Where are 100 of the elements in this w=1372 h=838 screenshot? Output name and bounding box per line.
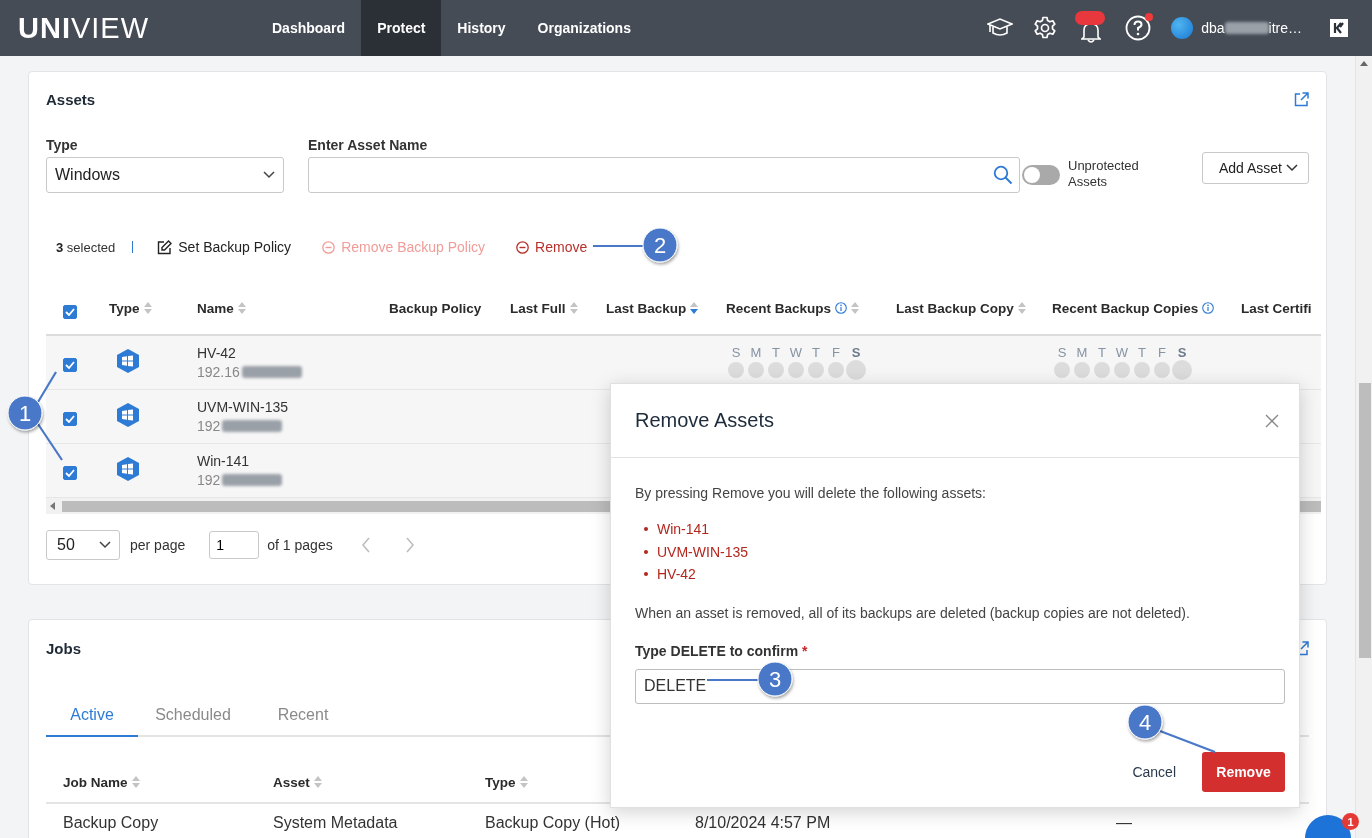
weekday-label: T bbox=[1098, 345, 1106, 360]
weekday-label: T bbox=[772, 345, 780, 360]
status-dot bbox=[1134, 362, 1150, 378]
add-asset-button[interactable]: Add Asset bbox=[1201, 152, 1309, 184]
dialog-text: By pressing Remove you will delete the following assets: bbox=[635, 484, 987, 502]
cancel-button[interactable]: Cancel bbox=[1132, 763, 1176, 780]
info-icon[interactable] bbox=[1202, 302, 1215, 314]
column-header[interactable]: Type bbox=[485, 774, 516, 790]
column-header[interactable]: Type bbox=[109, 300, 140, 316]
status-dot bbox=[1094, 362, 1110, 378]
nav-tab[interactable]: Organizations bbox=[521, 0, 647, 56]
app-logo-icon[interactable] bbox=[1330, 19, 1348, 37]
column-header[interactable]: Last Full bbox=[510, 300, 566, 316]
user-name[interactable]: dba bbox=[1201, 20, 1225, 36]
card-title: Assets bbox=[46, 90, 96, 108]
column-header[interactable]: Asset bbox=[273, 774, 310, 790]
minus-circle-icon bbox=[516, 240, 530, 254]
sort-icon[interactable] bbox=[690, 302, 699, 314]
chevron-down-icon bbox=[99, 540, 111, 549]
graduation-cap-icon[interactable] bbox=[987, 17, 1014, 39]
ip-address: 192 bbox=[197, 470, 221, 490]
status-dot bbox=[1154, 362, 1170, 378]
column-header[interactable]: Job Name bbox=[63, 774, 128, 790]
settings-icon[interactable] bbox=[1033, 16, 1058, 40]
info-icon[interactable] bbox=[835, 302, 848, 314]
redacted-text bbox=[222, 420, 283, 432]
toolbar-action[interactable]: Remove bbox=[516, 239, 588, 255]
weekday-label: S bbox=[731, 345, 741, 360]
weekday-label: W bbox=[789, 345, 803, 360]
checkbox[interactable] bbox=[63, 305, 77, 319]
table-cell-text: System Metadata bbox=[272, 814, 399, 832]
nav-tab[interactable]: History bbox=[441, 0, 522, 56]
status-dot bbox=[846, 360, 866, 380]
column-header[interactable]: Recent Backup Copies bbox=[1052, 300, 1199, 316]
status-dot bbox=[788, 362, 804, 378]
user-name[interactable]: itre… bbox=[1268, 20, 1302, 36]
ip-address: 192.16 bbox=[197, 362, 240, 382]
column-header[interactable]: Backup Policy bbox=[389, 300, 482, 316]
bullet bbox=[644, 527, 648, 532]
status-dot bbox=[768, 362, 784, 378]
column-header[interactable]: Last Backup Copy bbox=[896, 300, 1014, 316]
column-header[interactable]: Recent Backups bbox=[726, 300, 832, 316]
scroll-left-icon[interactable] bbox=[50, 502, 56, 510]
close-button[interactable] bbox=[1265, 413, 1279, 428]
dialog-text: When an asset is removed, all of its backups are deleted (backup copies are not deleted). bbox=[635, 603, 1191, 622]
column-header[interactable]: Last Certifi bbox=[1241, 300, 1312, 316]
checkbox[interactable] bbox=[63, 411, 77, 426]
page-count: of 1 pages bbox=[267, 536, 333, 553]
field-label: Type bbox=[46, 136, 79, 155]
column-header[interactable]: Name bbox=[197, 300, 234, 316]
asset-name[interactable]: HV-42 bbox=[197, 343, 381, 363]
search-icon[interactable] bbox=[993, 165, 1013, 185]
tab[interactable]: Active bbox=[46, 700, 138, 737]
weekday-label: M bbox=[750, 345, 762, 360]
avatar[interactable] bbox=[1171, 17, 1194, 39]
asset-name[interactable]: Win-141 bbox=[197, 451, 381, 471]
card-title: Jobs bbox=[46, 639, 81, 657]
dialog-title: Remove Assets bbox=[635, 409, 774, 432]
asset-list-item: HV-42 bbox=[657, 565, 696, 584]
checkbox[interactable] bbox=[63, 465, 77, 480]
logo[interactable]: UNIVIEW bbox=[0, 0, 238, 56]
checkbox[interactable] bbox=[63, 357, 77, 372]
ip-address: 192 bbox=[197, 416, 221, 436]
selection-count: 3 selected bbox=[56, 239, 116, 255]
asset-name[interactable]: UVM-WIN-135 bbox=[197, 397, 381, 417]
toolbar-action[interactable]: Set Backup Policy bbox=[157, 239, 292, 255]
tab[interactable]: Scheduled bbox=[138, 700, 248, 737]
page-input[interactable]: 1 bbox=[209, 530, 260, 559]
external-link-icon[interactable] bbox=[1294, 91, 1309, 107]
chevron-down-icon bbox=[1286, 164, 1298, 172]
windows-icon bbox=[115, 456, 141, 482]
status-dot bbox=[808, 362, 824, 378]
search-field[interactable] bbox=[308, 157, 1020, 193]
weekday-label: M bbox=[1076, 345, 1088, 360]
remove-button[interactable]: Remove bbox=[1202, 751, 1285, 792]
status-dot bbox=[1114, 362, 1130, 378]
windows-icon bbox=[115, 402, 141, 428]
chevron-down-icon bbox=[263, 171, 275, 179]
nav-tab[interactable]: Dashboard bbox=[256, 0, 362, 56]
type-dropdown[interactable]: Windows bbox=[46, 157, 284, 193]
nav-tab[interactable]: Protect bbox=[361, 0, 442, 56]
notifications-button[interactable] bbox=[1077, 13, 1106, 43]
status-dot bbox=[1074, 362, 1090, 378]
tab[interactable]: Recent bbox=[248, 700, 358, 737]
required-mark: * bbox=[802, 642, 808, 659]
column-header[interactable]: Last Backup bbox=[606, 300, 687, 316]
windows-icon bbox=[115, 348, 141, 374]
status-dot bbox=[1172, 360, 1192, 380]
table-cell-text: Backup Copy (Hot) bbox=[484, 814, 622, 832]
help-button[interactable] bbox=[1125, 15, 1152, 41]
scroll-thumb[interactable] bbox=[1359, 383, 1371, 658]
weekday-label: T bbox=[812, 345, 820, 360]
scroll-up-icon[interactable] bbox=[1360, 61, 1368, 66]
vertical-scrollbar[interactable] bbox=[1355, 56, 1372, 838]
status-dot bbox=[1054, 362, 1070, 378]
redacted-text bbox=[1224, 22, 1269, 34]
per-page-dropdown[interactable]: 50 bbox=[46, 529, 120, 560]
table-cell-text: Backup Copy bbox=[62, 814, 160, 832]
toggle-switch[interactable] bbox=[1022, 165, 1060, 185]
weekday-label: S bbox=[851, 345, 861, 360]
